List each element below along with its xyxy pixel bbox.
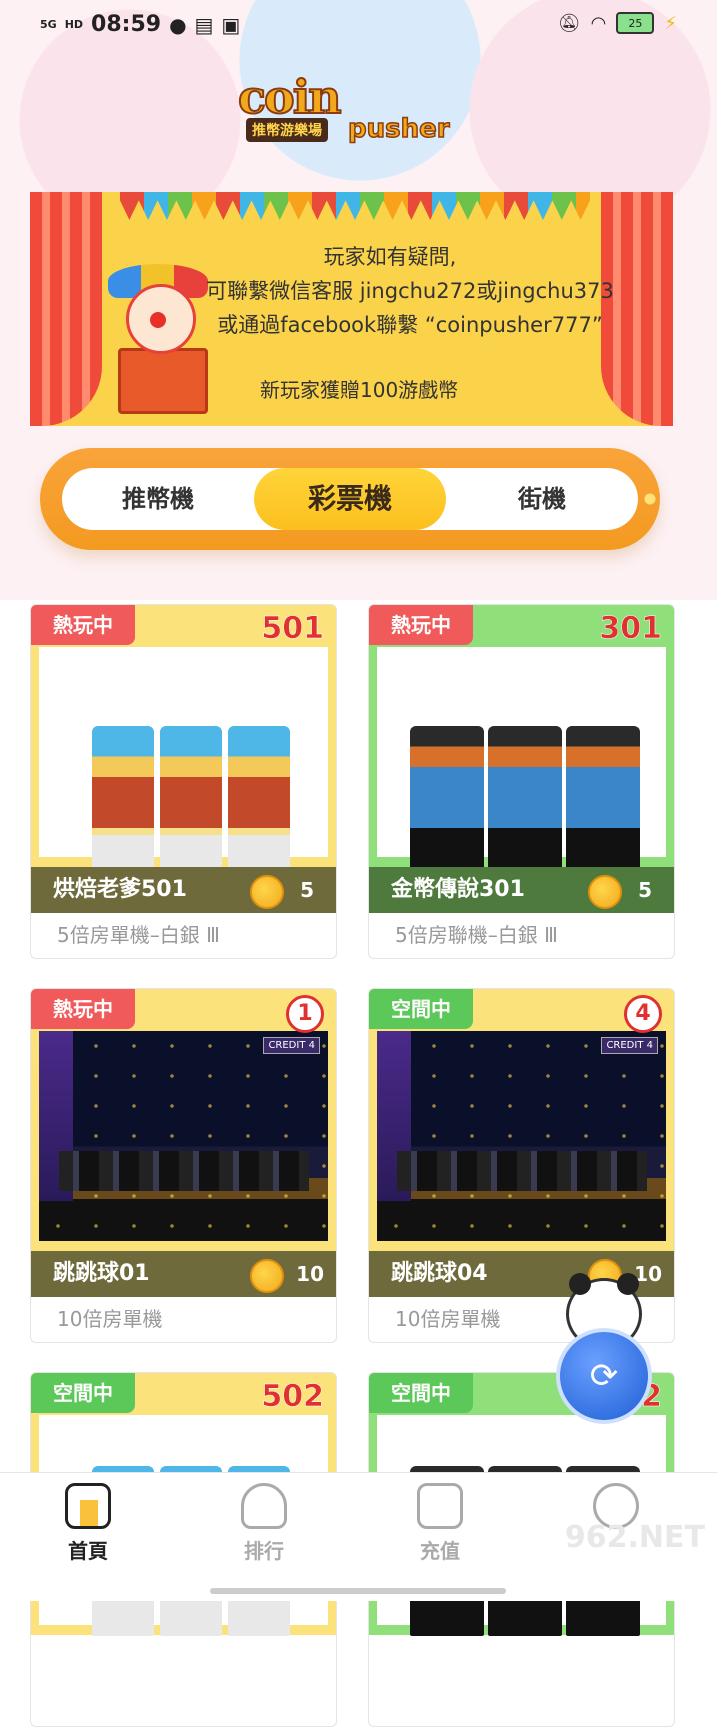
nav-home[interactable]: 首頁 [38,1483,138,1564]
coin-cost: 10 [634,1262,662,1286]
wifi-icon: ◠ [590,12,607,34]
room-number: 501 [261,611,324,647]
watermark: 962.NET [564,1520,705,1555]
nav-ranking-label: 排行 [244,1539,284,1563]
machine-name: 金幣傳說301 [391,877,525,902]
machine-image [39,647,328,896]
status-badge: 熱玩中 [369,605,473,645]
status-badge: 空間中 [31,1373,135,1413]
pay-icon: ▣ [221,12,241,37]
home-icon [65,1483,111,1529]
status-bar: 5G HD 08:59 ● ▤ ▣ 🔕︎ ◠ 25 ⚡ [0,0,717,52]
coin-icon [588,875,622,909]
coin-cost: 5 [638,878,652,902]
status-badge: 熱玩中 [31,989,135,1029]
banner-gift-text: 新玩家獲贈100游戲幣 [260,378,459,402]
credit-display: CREDIT 4 [601,1037,658,1054]
coin-icon [250,875,284,909]
banner-text: 玩家如有疑問, 可聯繫微信客服 jingchu272或jingchu373 或通… [150,240,670,342]
nav-ranking[interactable]: 排行 [214,1483,314,1564]
promo-banner[interactable]: 玩家如有疑問, 可聯繫微信客服 jingchu272或jingchu373 或通… [30,192,673,426]
tab-arcade[interactable]: 街機 [446,468,638,530]
coin-cost: 10 [296,1262,324,1286]
machine-card[interactable]: 熱玩中 501 烘焙老爹501 5 5倍房單機–白銀 Ⅲ [30,604,337,959]
nav-recharge[interactable]: 充值 [390,1483,490,1564]
status-time: 08:59 [91,12,162,37]
refresh-icon: ⟳ [589,1356,619,1396]
refresh-button[interactable]: ⟳ [556,1328,652,1424]
chat-icon: ● [169,12,187,37]
machine-name-bar: 烘焙老爹501 5 [31,867,336,913]
room-number: 502 [261,1379,324,1415]
book-icon: ▤ [194,12,214,37]
machine-name-bar: 跳跳球01 10 [31,1251,336,1297]
machine-name-bar: 金幣傳說301 5 [369,867,674,913]
game-screen-image: CREDIT 4 [377,1031,666,1241]
nav-recharge-label: 充值 [420,1539,460,1563]
machine-card[interactable]: CREDIT 4 熱玩中 1 跳跳球01 10 10倍房單機 [30,988,337,1343]
coin-cost: 5 [300,878,314,902]
logo-subtitle: 推幣游樂場 [246,118,328,142]
status-badge: 空間中 [369,989,473,1029]
trophy-icon [241,1483,287,1529]
category-tabs: 推幣機 彩票機 街機 [40,448,660,550]
logo-coin-text: coin [237,69,343,125]
status-badge: 熱玩中 [31,605,135,645]
machine-name: 跳跳球01 [53,1261,150,1286]
machine-description: 10倍房單機 [57,1307,163,1331]
hd-indicator: HD [64,18,84,31]
battery-indicator: 25 [616,12,655,34]
mute-icon: 🔕︎ [557,12,581,34]
credit-display: CREDIT 4 [263,1037,320,1054]
status-badge: 空間中 [369,1373,473,1413]
machine-description: 5倍房單機–白銀 Ⅲ [57,923,220,947]
charging-icon: ⚡ [664,12,677,34]
machine-name: 跳跳球04 [391,1261,488,1286]
wallet-icon [417,1483,463,1529]
room-number: 301 [599,611,662,647]
machine-image [377,647,666,896]
machine-name: 烘焙老爹501 [53,877,187,902]
machine-description: 10倍房單機 [395,1307,501,1331]
app-logo: coin 推幣游樂場 pusher [237,69,478,150]
banner-line-3: 或通過facebook聯繫 “coinpusher777” [217,313,603,337]
home-indicator[interactable] [210,1588,506,1594]
tab-coin-pusher[interactable]: 推幣機 [62,468,254,530]
tab-lottery[interactable]: 彩票機 [254,468,446,530]
game-screen-image: CREDIT 4 [39,1031,328,1241]
banner-line-2: 可聯繫微信客服 jingchu272或jingchu373 [206,279,614,303]
machine-card[interactable]: 熱玩中 301 金幣傳說301 5 5倍房聯機–白銀 Ⅲ [368,604,675,959]
network-indicator: 5G [40,18,57,31]
machine-description: 5倍房聯機–白銀 Ⅲ [395,923,558,947]
room-number: 1 [286,995,324,1033]
room-number: 4 [624,995,662,1033]
nav-home-label: 首頁 [68,1539,108,1563]
coin-icon [250,1259,284,1293]
banner-line-1: 玩家如有疑問, [323,245,457,269]
logo-pusher-text: pusher [347,113,450,145]
bunting-decoration [120,192,590,220]
